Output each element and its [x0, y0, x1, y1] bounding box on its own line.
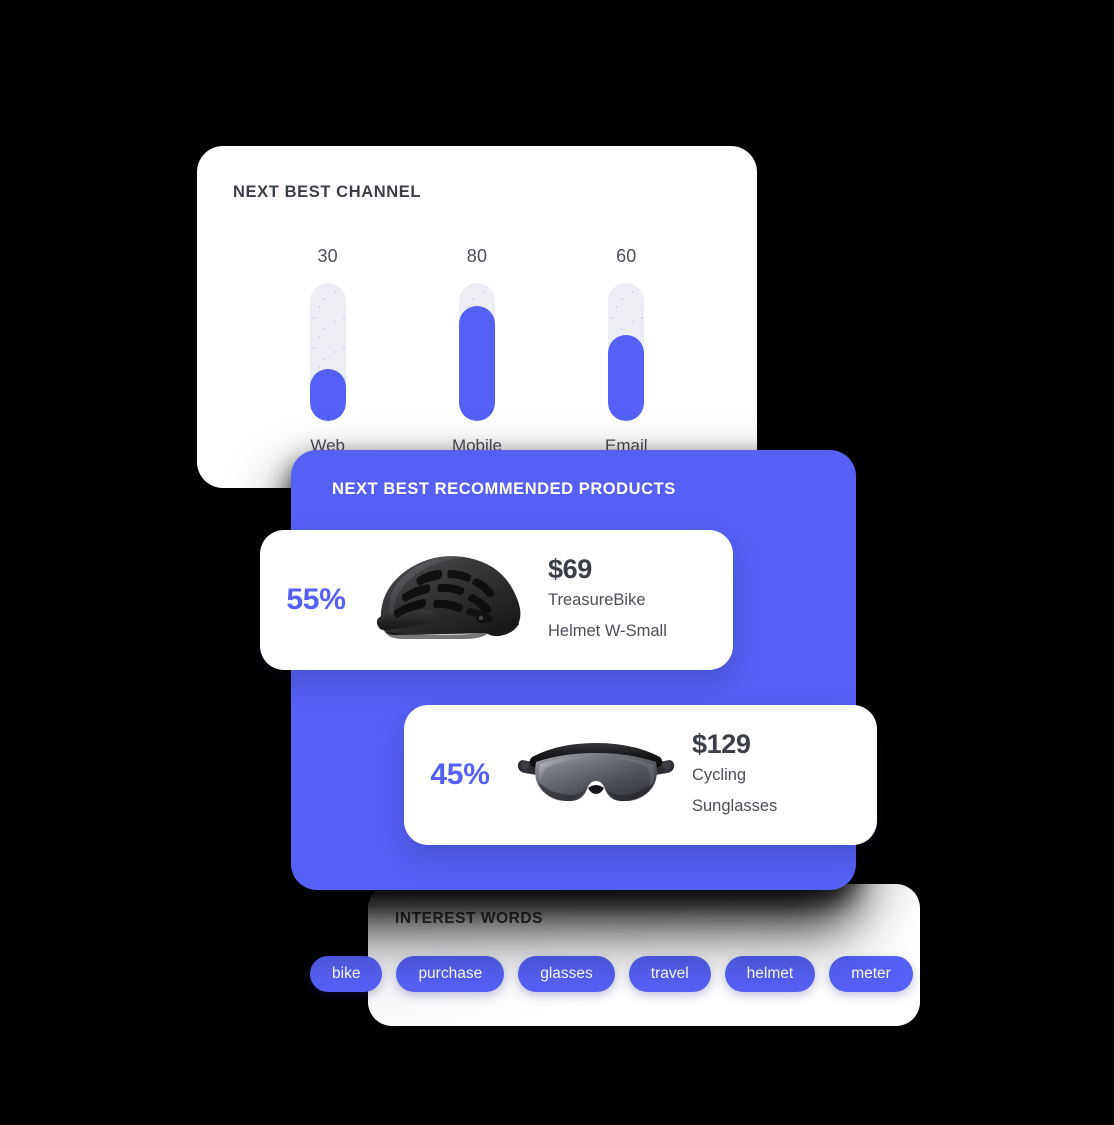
product-row[interactable]: 55% $69 TreasureBike Helmet W-Small	[260, 530, 733, 670]
interest-word-pill[interactable]: travel	[628, 956, 711, 992]
product-price: $69	[548, 553, 592, 584]
product-info: $69 TreasureBike Helmet W-Small	[532, 554, 733, 646]
bar-group-web[interactable]: 30 Web	[273, 246, 383, 456]
next-best-channel-card: NEXT BEST CHANNEL 30 Web 80 Mobile 60 Em…	[197, 146, 757, 488]
product-name-line2: Sunglasses	[692, 796, 778, 815]
product-info: $129 Cycling Sunglasses	[676, 729, 877, 821]
bar-group-email[interactable]: 60 Email	[571, 246, 681, 456]
interest-word-pill[interactable]: helmet	[724, 956, 816, 992]
channel-bar-chart: 30 Web 80 Mobile 60 Email	[197, 246, 757, 456]
bike-helmet-image	[372, 545, 532, 655]
bar-fill-mobile	[458, 306, 495, 421]
dashboard-stage: NEXT BEST CHANNEL 30 Web 80 Mobile 60 Em…	[0, 0, 1114, 1125]
cycling-sunglasses-image	[516, 720, 676, 830]
interest-word-pill[interactable]: purchase	[396, 956, 505, 992]
interest-card-title: INTEREST WORDS	[395, 910, 544, 927]
interest-word-pill[interactable]: bike	[310, 956, 383, 992]
bar-value-mobile: 80	[466, 246, 488, 266]
bar-fill-email	[608, 335, 645, 421]
product-row[interactable]: 45% $129 Cycling Sunglasses	[404, 705, 877, 845]
interest-words-list: bike purchase glasses travel helmet mete…	[310, 956, 978, 992]
products-card-title: NEXT BEST RECOMMENDED PRODUCTS	[332, 480, 676, 498]
product-price: $129	[692, 728, 751, 759]
interest-word-pill[interactable]: meter	[829, 956, 913, 992]
bar-fill-web	[309, 368, 346, 421]
product-percent: 55%	[286, 583, 346, 616]
interest-words-card: INTEREST WORDS bike purchase glasses tra…	[310, 884, 920, 1026]
channel-card-title: NEXT BEST CHANNEL	[233, 183, 422, 201]
product-name-line1: TreasureBike	[548, 591, 646, 609]
bar-track-email	[608, 283, 645, 421]
bar-track-mobile	[458, 283, 495, 421]
bar-value-email: 60	[616, 246, 637, 266]
product-name-line1: Cycling	[692, 766, 747, 784]
recommended-products-card: NEXT BEST RECOMMENDED PRODUCTS 55% $69 T…	[260, 450, 877, 890]
bar-track-web	[309, 283, 346, 421]
product-name-line2: Helmet W-Small	[548, 621, 667, 640]
product-percent: 45%	[430, 758, 490, 791]
bar-value-web: 30	[317, 246, 338, 266]
bar-group-mobile[interactable]: 80 Mobile	[422, 246, 532, 456]
interest-word-pill[interactable]: glasses	[518, 956, 615, 992]
